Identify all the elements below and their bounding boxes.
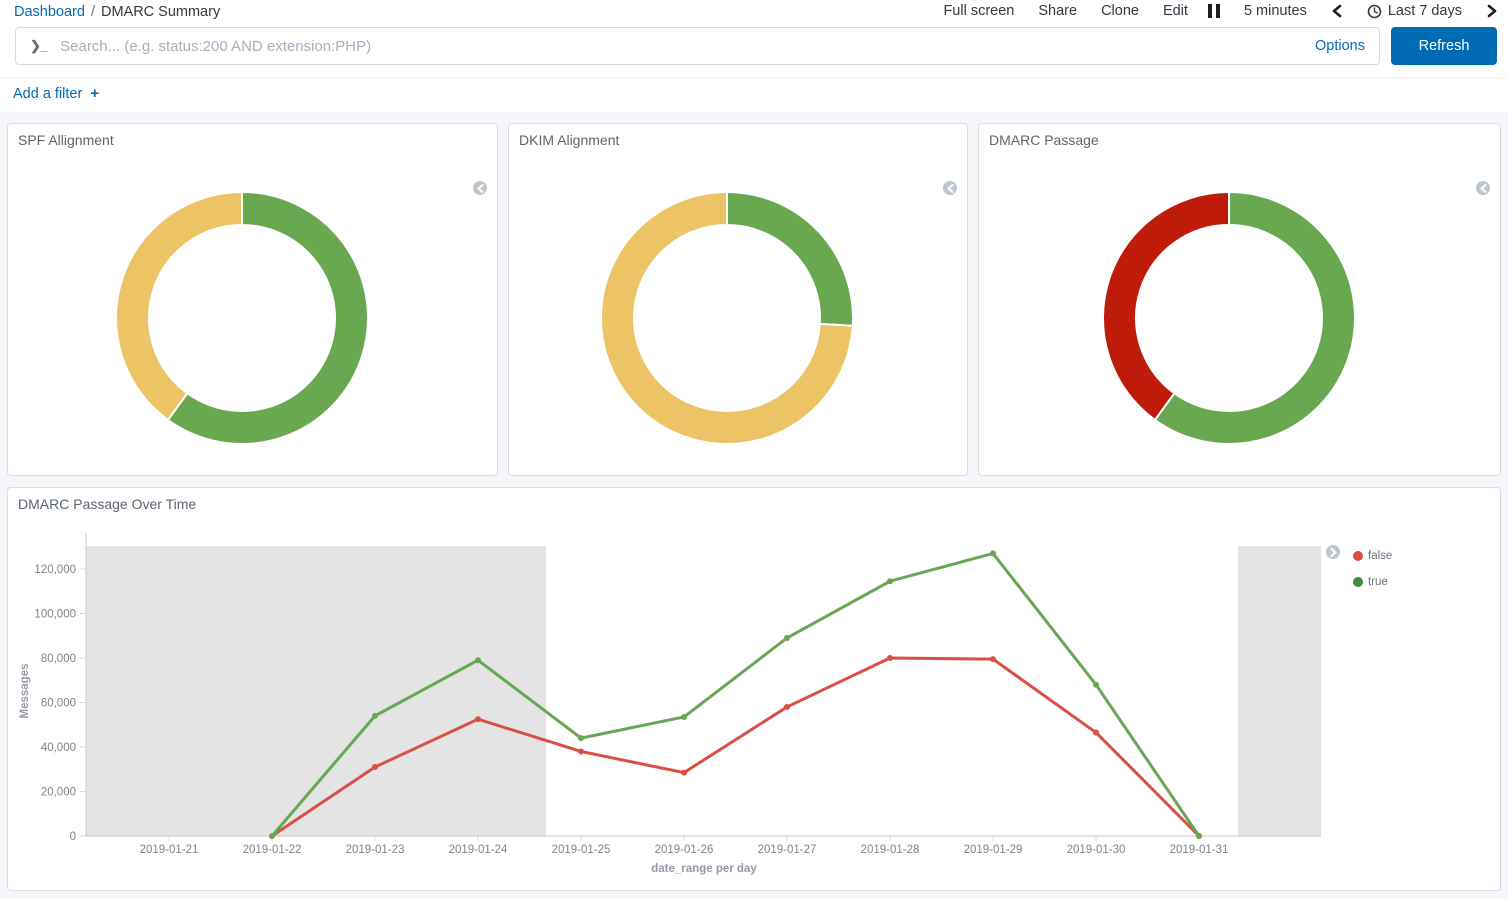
x-tick-label: 2019-01-26 <box>655 844 714 856</box>
time-range-label: Last 7 days <box>1388 3 1462 19</box>
data-point-false[interactable] <box>1093 730 1099 736</box>
data-point-true[interactable] <box>475 657 481 663</box>
add-filter-link[interactable]: Add a filter <box>13 86 82 102</box>
legend-collapse-button[interactable] <box>473 181 487 195</box>
donut-slice-false[interactable] <box>1102 192 1228 420</box>
clock-icon <box>1367 4 1382 19</box>
panel-title: DMARC Passage Over Time <box>18 496 196 512</box>
legend-collapse-button[interactable] <box>1476 181 1490 195</box>
add-filter-plus-icon[interactable]: + <box>90 85 99 102</box>
chevron-left-icon <box>947 184 954 193</box>
data-point-true[interactable] <box>372 713 378 719</box>
search-bar: ❯_ Options Refresh <box>15 27 1497 65</box>
x-tick-label: 2019-01-31 <box>1170 844 1229 856</box>
panel-title: DKIM Alignment <box>519 132 619 148</box>
panel-dkim-alignment: DKIM Alignment <box>508 123 968 476</box>
panel-title: DMARC Passage <box>989 132 1099 148</box>
data-point-false[interactable] <box>372 764 378 770</box>
clone-button[interactable]: Clone <box>1101 3 1139 19</box>
x-tick-label: 2019-01-24 <box>449 844 508 856</box>
filter-bar: Add a filter + <box>13 85 99 102</box>
legend-item-true[interactable]: true <box>1353 569 1392 595</box>
dashboard-grid: SPF Allignment DKIM Alignment DMARC Pass… <box>0 112 1508 898</box>
top-navbar: Dashboard / DMARC Summary Full screen Shar… <box>0 0 1508 26</box>
data-point-true[interactable] <box>269 833 275 839</box>
legend-dot-true <box>1353 577 1363 587</box>
breadcrumb: Dashboard / DMARC Summary <box>14 4 220 20</box>
page-title: DMARC Summary <box>101 4 220 20</box>
legend-label: false <box>1368 550 1392 562</box>
dkim-donut-chart <box>599 190 855 446</box>
y-tick-label: 80,000 <box>41 653 76 665</box>
edit-button[interactable]: Edit <box>1163 3 1188 19</box>
data-point-true[interactable] <box>578 735 584 741</box>
data-point-false[interactable] <box>681 770 687 776</box>
time-picker-button[interactable]: Last 7 days <box>1367 3 1462 19</box>
breadcrumb-dashboard-link[interactable]: Dashboard <box>14 4 85 20</box>
chevron-left-icon <box>477 184 484 193</box>
legend-label: true <box>1368 576 1388 588</box>
panel-dmarc-passage-over-time: 0 20,000 40,000 60,000 80,000 100,000 120,000 M… <box>7 487 1501 891</box>
data-point-true[interactable] <box>784 635 790 641</box>
legend-collapse-button[interactable] <box>943 181 957 195</box>
x-axis-title: date_range per day <box>651 863 757 875</box>
time-range-forward-icon[interactable] <box>1486 4 1498 18</box>
search-options-link[interactable]: Options <box>1315 38 1365 54</box>
data-point-true[interactable] <box>990 550 996 556</box>
y-axis-title: Messages <box>19 664 31 719</box>
spf-donut-chart <box>114 190 370 446</box>
chart-legend: false true <box>1326 545 1392 595</box>
donut-slice-true[interactable] <box>727 192 853 326</box>
y-tick-label: 100,000 <box>34 609 76 621</box>
data-point-false[interactable] <box>578 748 584 754</box>
donut-slice-false[interactable] <box>115 192 241 420</box>
y-tick-label: 120,000 <box>34 564 76 576</box>
panel-dmarc-passage: DMARC Passage <box>978 123 1501 476</box>
chevron-right-icon <box>1330 548 1337 557</box>
legend-expand-button[interactable] <box>1326 545 1340 559</box>
x-tick-label: 2019-01-27 <box>758 844 817 856</box>
x-tick-label: 2019-01-21 <box>140 844 199 856</box>
legend-item-false[interactable]: false <box>1353 543 1392 569</box>
x-tick-label: 2019-01-22 <box>243 844 302 856</box>
time-filter-endzone <box>86 546 546 836</box>
data-point-true[interactable] <box>1093 682 1099 688</box>
refresh-button[interactable]: Refresh <box>1391 27 1497 65</box>
data-point-false[interactable] <box>887 655 893 661</box>
legend-dot-false <box>1353 551 1363 561</box>
dmarc-over-time-line-chart: 0 20,000 40,000 60,000 80,000 100,000 120,000 M… <box>8 488 1500 890</box>
data-point-true[interactable] <box>887 578 893 584</box>
y-tick-label: 40,000 <box>41 742 76 754</box>
panel-spf-alignment: SPF Allignment <box>7 123 498 476</box>
pause-refresh-icon[interactable] <box>1208 4 1220 18</box>
y-tick-label: 60,000 <box>41 698 76 710</box>
panel-title: SPF Allignment <box>18 132 114 148</box>
search-input[interactable] <box>58 37 1305 56</box>
share-button[interactable]: Share <box>1038 3 1077 19</box>
data-point-false[interactable] <box>475 716 481 722</box>
breadcrumb-separator: / <box>91 4 95 20</box>
query-prompt-icon: ❯_ <box>30 38 46 54</box>
x-tick-label: 2019-01-29 <box>964 844 1023 856</box>
x-tick-label: 2019-01-30 <box>1067 844 1126 856</box>
data-point-false[interactable] <box>784 704 790 710</box>
time-filter-endzone <box>1238 546 1321 836</box>
search-box: ❯_ Options <box>15 27 1380 65</box>
time-range-back-icon[interactable] <box>1331 4 1343 18</box>
x-tick-label: 2019-01-28 <box>861 844 920 856</box>
data-point-true[interactable] <box>681 714 687 720</box>
data-point-true[interactable] <box>1196 833 1202 839</box>
chevron-left-icon <box>1480 184 1487 193</box>
search-separator <box>0 77 1508 78</box>
y-tick-label: 20,000 <box>41 787 76 799</box>
full-screen-button[interactable]: Full screen <box>943 3 1014 19</box>
y-tick-label: 0 <box>70 831 76 843</box>
dmarc-donut-chart <box>1101 190 1357 446</box>
data-point-false[interactable] <box>990 656 996 662</box>
nav-menu: Full screen Share Clone Edit 5 minutes L… <box>943 3 1498 19</box>
refresh-interval-button[interactable]: 5 minutes <box>1244 3 1307 19</box>
x-tick-label: 2019-01-23 <box>346 844 405 856</box>
x-tick-label: 2019-01-25 <box>552 844 611 856</box>
